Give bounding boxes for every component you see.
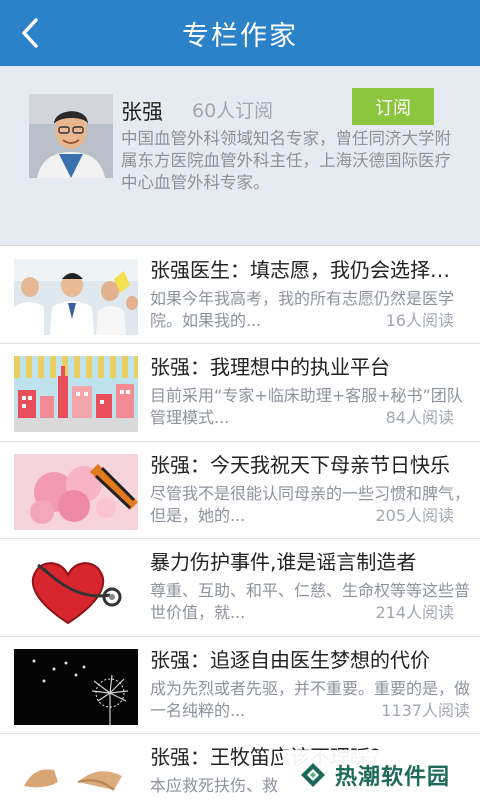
list-item[interactable]: 暴力伤护事件,谁是谣言制造者 尊重、互助、和平、仁慈、生命权等等这些普世价值，就… (0, 539, 480, 637)
page-title: 专栏作家 (182, 20, 298, 52)
read-count: 214人阅读 (369, 602, 454, 625)
list-item[interactable]: 张强：今天我祝天下母亲节日快乐 尽管我不是很能认同母亲的一些习惯和脾气，但是，她… (0, 442, 480, 540)
back-arrow-icon (22, 18, 38, 48)
list-item[interactable]: 张强医生：填志愿，我仍会选择医学院 如果今年我高考，我的所有志愿仍然是医学院。如… (0, 247, 480, 345)
article-thumbnail (14, 356, 138, 433)
avatar[interactable] (29, 94, 113, 178)
article-title: 张强医生：填志愿，我仍会选择医学院 (150, 258, 468, 282)
read-count: 1137人阅读 (375, 699, 470, 722)
author-description: 中国血管外科领域知名专家，曾任同济大学附属东方医院血管外科主任，上海沃德国际医疗… (121, 129, 451, 192)
back-button[interactable] (0, 0, 60, 66)
article-thumbnail (14, 551, 138, 628)
article-thumbnail (14, 259, 138, 335)
author-name: 张强 (121, 100, 163, 124)
top-bar: 专栏作家 (0, 0, 480, 66)
article-title: 张强：我理想中的执业平台 (150, 355, 390, 380)
article-title: 张强：追逐自由医生梦想的代价 (150, 647, 430, 672)
article-title: 暴力伤护事件,谁是谣言制造者 (150, 550, 417, 575)
read-count: 205人阅读 (369, 504, 454, 527)
article-title: 张强：今天我祝天下母亲节日快乐 (150, 452, 450, 477)
list-item[interactable]: 张强：追逐自由医生梦想的代价 成为先烈或者先驱，并不重要。重要的是，做一名纯粹的… (0, 637, 480, 734)
article-thumbnail (14, 648, 138, 725)
watermark-text: 热潮软件园 (335, 765, 451, 790)
subscribe-button[interactable]: 订阅 (352, 88, 434, 125)
read-count: 16人阅读 (379, 310, 454, 332)
subscriber-count: 60人订阅 (192, 100, 274, 122)
author-card: 张强 60人订阅 订阅 中国血管外科领域知名专家，曾任同济大学附属东方医院血管外… (0, 66, 480, 246)
watermark: 热潮软件园 (283, 750, 480, 800)
article-list[interactable]: 张强医生：填志愿，我仍会选择医学院 如果今年我高考，我的所有志愿仍然是医学院。如… (0, 247, 480, 800)
watermark-logo-icon (301, 763, 325, 787)
read-count: 84人阅读 (379, 407, 454, 430)
article-thumbnail (14, 745, 138, 800)
list-item[interactable]: 张强：我理想中的执业平台 目前采用“专家+临床助理+客服+秘书”团队管理模式..… (0, 344, 480, 442)
article-thumbnail (14, 453, 138, 530)
